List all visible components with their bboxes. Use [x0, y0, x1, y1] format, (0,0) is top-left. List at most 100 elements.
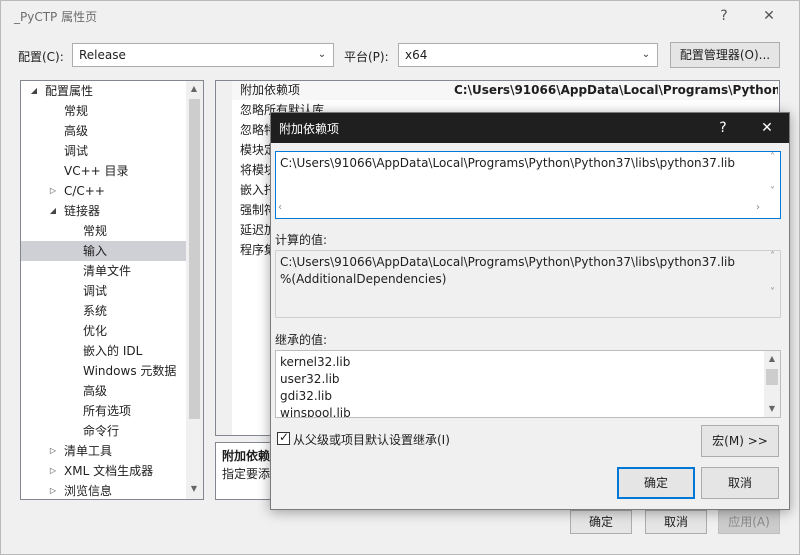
tree-item[interactable]: ▷ 浏览信息	[21, 481, 186, 499]
close-button[interactable]: ✕	[755, 4, 783, 28]
tree-item[interactable]: 调试	[21, 281, 186, 301]
tree-item[interactable]: 常规	[21, 221, 186, 241]
tree-item[interactable]: ▷ XML 文档生成器	[21, 461, 186, 481]
tree-item-label: 调试	[83, 284, 108, 298]
collapse-arrow-icon[interactable]: ◢	[29, 81, 39, 101]
config-manager-button[interactable]: 配置管理器(O)...	[670, 42, 780, 68]
dialog-title-bar: 附加依赖项 ? ✕	[271, 113, 789, 143]
tree-item-label: 高级	[83, 384, 108, 398]
tree-scroll-thumb[interactable]	[189, 99, 200, 419]
expand-arrow-icon[interactable]: ▷	[48, 461, 58, 481]
tree-item[interactable]: 调试	[21, 141, 186, 161]
platform-label: 平台(P):	[344, 50, 389, 64]
tree-item[interactable]: 清单文件	[21, 261, 186, 281]
tree-item-label: 清单工具	[64, 444, 113, 458]
cancel-button[interactable]: 取消	[645, 510, 707, 534]
tree-item[interactable]: ◢ 链接器	[21, 201, 186, 221]
inherited-line: winspool.lib	[280, 406, 351, 418]
property-name: 附加依赖项	[240, 83, 301, 97]
chevron-down-icon: ⌄	[641, 49, 651, 60]
additional-dependencies-dialog: 附加依赖项 ? ✕ C:\Users\91066\AppData\Local\P…	[270, 112, 790, 510]
help-button[interactable]: ?	[710, 4, 738, 28]
expand-arrow-icon[interactable]: ▷	[48, 441, 58, 461]
tree-item[interactable]: 所有选项	[21, 401, 186, 421]
inherit-checkbox[interactable]: ✓	[277, 430, 290, 445]
tree-item[interactable]: 命令行	[21, 421, 186, 441]
dialog-close-button[interactable]: ✕	[753, 117, 781, 139]
tree-item[interactable]: ◢ 配置属性	[21, 81, 186, 101]
tree-item[interactable]: VC++ 目录	[21, 161, 186, 181]
tree-item[interactable]: 高级	[21, 381, 186, 401]
tree-item-label: 常规	[64, 104, 89, 118]
expand-arrow-icon[interactable]: ▷	[48, 181, 58, 201]
dialog-title: 附加依赖项	[279, 122, 340, 136]
dialog-ok-button[interactable]: 确定	[617, 467, 695, 499]
scroll-left-icon[interactable]: ‹	[278, 202, 282, 213]
platform-select[interactable]: x64 ⌄	[398, 43, 658, 67]
inherited-label: 继承的值:	[275, 333, 328, 347]
config-label: 配置(C):	[18, 50, 64, 64]
title-bar: _PyCTP 属性页 ? ✕	[0, 0, 800, 32]
scroll-up-icon[interactable]: ▲	[764, 351, 780, 367]
tree-item[interactable]: ▷ 清单工具	[21, 441, 186, 461]
macro-button[interactable]: 宏(M) >>	[701, 425, 779, 457]
tree-item-label: Windows 元数据	[83, 364, 177, 378]
config-value: Release	[79, 48, 126, 62]
scroll-down-icon[interactable]: ˅	[770, 186, 775, 197]
tree-item-label: C/C++	[64, 184, 105, 198]
scroll-up-icon[interactable]: ˄	[770, 152, 775, 163]
inherited-line: gdi32.lib	[280, 389, 332, 403]
property-value: C:\Users\91066\AppData\Local\Programs\Py…	[454, 83, 778, 97]
computed-line: C:\Users\91066\AppData\Local\Programs\Py…	[280, 255, 736, 269]
inherited-scroll-thumb[interactable]	[766, 369, 778, 385]
config-select[interactable]: Release ⌄	[72, 43, 334, 67]
ok-button[interactable]: 确定	[570, 510, 632, 534]
tree-item[interactable]: 高级	[21, 121, 186, 141]
tree-item-label: XML 文档生成器	[64, 464, 154, 478]
tree-item-label: 配置属性	[45, 84, 94, 98]
tree-item-label: 高级	[64, 124, 89, 138]
inherited-values-box: kernel32.lib user32.lib gdi32.lib winspo…	[275, 350, 781, 418]
checkmark-icon: ✓	[279, 430, 290, 444]
window-title: _PyCTP 属性页	[14, 10, 98, 24]
grid-gutter	[216, 81, 232, 435]
tree-item-label: 命令行	[83, 424, 120, 438]
tree-item[interactable]: Windows 元数据	[21, 361, 186, 381]
scroll-down-icon[interactable]: ˅	[770, 287, 775, 298]
dialog-help-button[interactable]: ?	[709, 117, 737, 139]
expand-arrow-icon[interactable]: ▷	[48, 481, 58, 499]
apply-button[interactable]: 应用(A)	[718, 510, 780, 534]
tree-item-label: 所有选项	[83, 404, 132, 418]
tree-item-label: 优化	[83, 324, 108, 338]
scroll-up-icon[interactable]: ▲	[186, 81, 202, 97]
inherited-line: user32.lib	[280, 372, 340, 386]
description-text: 指定要添	[222, 467, 271, 481]
tree-item[interactable]: 常规	[21, 101, 186, 121]
tree-item[interactable]: 优化	[21, 321, 186, 341]
tree-item-label: 链接器	[64, 204, 101, 218]
inherit-checkbox-label[interactable]: 从父级或项目默认设置继承(I)	[293, 431, 450, 448]
scroll-down-icon[interactable]: ▼	[186, 481, 202, 497]
tree-scrollbar[interactable]: ▲ ▼	[186, 81, 203, 499]
tree-item-label: 系统	[83, 304, 108, 318]
inherited-scrollbar[interactable]: ▲ ▼	[764, 351, 780, 417]
dependencies-input[interactable]: C:\Users\91066\AppData\Local\Programs\Py…	[275, 151, 781, 219]
tree-item-label: 嵌入的 IDL	[83, 344, 143, 358]
tree-item[interactable]: ▷ C/C++	[21, 181, 186, 201]
computed-values-box: C:\Users\91066\AppData\Local\Programs\Py…	[275, 250, 781, 318]
scroll-down-icon[interactable]: ▼	[764, 401, 780, 417]
tree-item[interactable]: 嵌入的 IDL	[21, 341, 186, 361]
tree-item[interactable]: 输入	[21, 241, 186, 261]
property-row[interactable]: 附加依赖项 C:\Users\91066\AppData\Local\Progra…	[232, 81, 778, 100]
collapse-arrow-icon[interactable]: ◢	[48, 201, 58, 221]
scroll-right-icon[interactable]: ›	[756, 202, 760, 213]
scroll-up-icon[interactable]: ˄	[770, 251, 775, 262]
tree-item[interactable]: 系统	[21, 301, 186, 321]
tree-item-label: 清单文件	[83, 264, 132, 278]
chevron-down-icon: ⌄	[317, 49, 327, 60]
tree-item-label: 输入	[83, 244, 108, 258]
input-text[interactable]: C:\Users\91066\AppData\Local\Programs\Py…	[280, 156, 735, 170]
tree-item-label: VC++ 目录	[64, 164, 129, 178]
platform-value: x64	[405, 48, 428, 62]
dialog-cancel-button[interactable]: 取消	[701, 467, 779, 499]
